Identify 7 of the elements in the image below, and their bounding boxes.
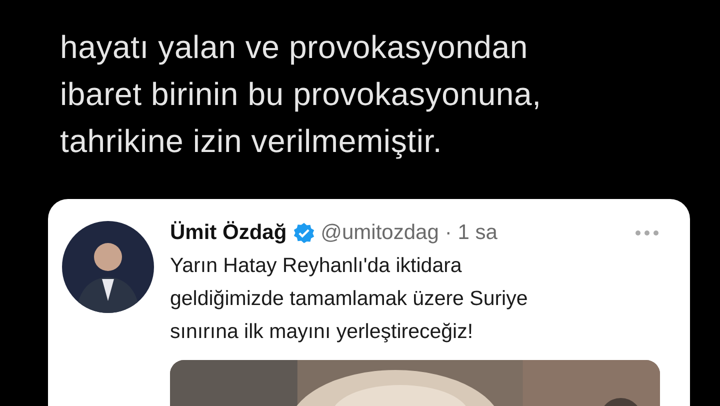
tweet-text: hayatı yalan ve provokasyondan ibaret birinin bu provokasyonuna, tahrikine izin verilmemiştir. bbox=[60, 28, 542, 161]
author-name[interactable]: Ümit Özdağ bbox=[170, 221, 287, 245]
more-options-icon[interactable] bbox=[634, 229, 660, 237]
post-time: · 1 sa bbox=[444, 221, 498, 245]
author-handle[interactable]: @umitozdag bbox=[320, 221, 439, 245]
quoted-tweet-card[interactable]: Ümit Özdağ @umitozdag · 1 sa Yarın Hatay Reyhanlı'da iktidara geldiğimizde tamamlamak üzere Suriye sınırına ilk mayını yerleştireceğiz! bbox=[48, 199, 690, 406]
quoted-tweet-text: Yarın Hatay Reyhanlı'da iktidara geldiğimizde tamamlamak üzere Suriye sınırına ilk mayını yerleştireceğiz! bbox=[170, 253, 529, 345]
